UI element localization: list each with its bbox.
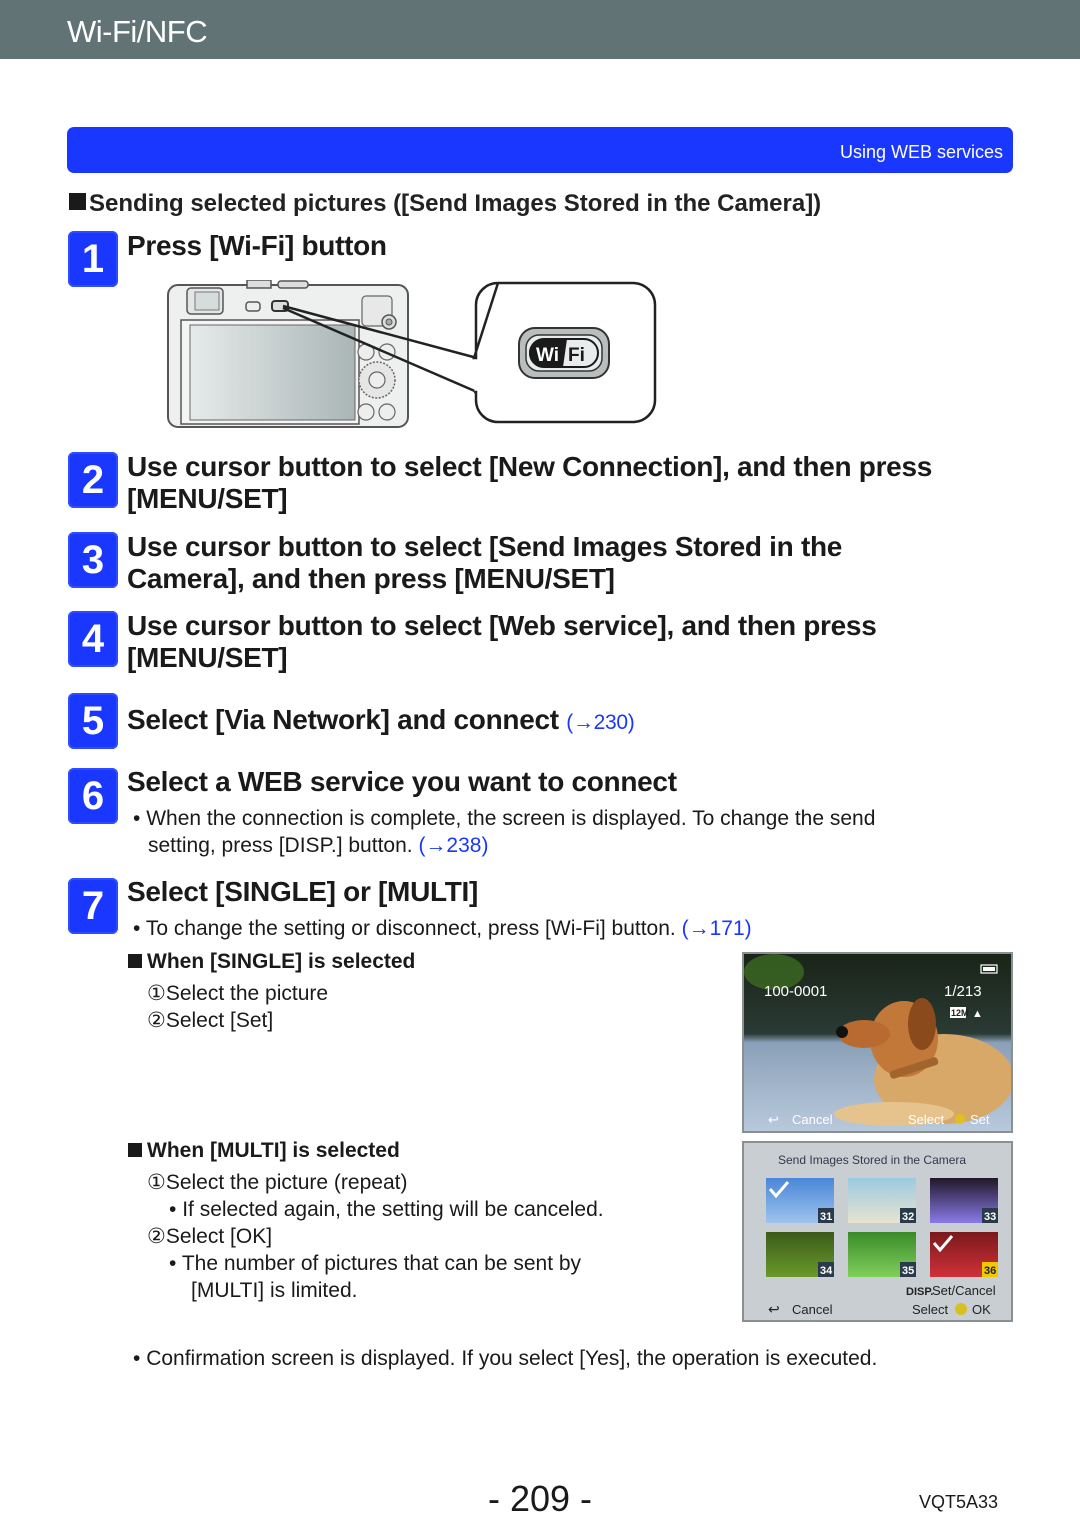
subheading: Sending selected pictures ([Send Images … — [69, 190, 821, 218]
single-heading: When [SINGLE] is selected — [128, 950, 415, 974]
section-label[interactable]: Using WEB services — [840, 142, 1003, 163]
ok-label: OK — [972, 1302, 991, 1317]
step-badge-3: 3 — [68, 532, 118, 588]
multi-step-2: ②Select [OK] — [147, 1225, 273, 1248]
cursor-icon — [955, 1303, 967, 1315]
multi-screen-title: Send Images Stored in the Camera — [778, 1153, 966, 1167]
disp-label: DISP. — [906, 1286, 933, 1298]
image-size-label: 12M — [951, 1008, 969, 1018]
cancel-label: Cancel — [792, 1112, 833, 1127]
camera-body — [167, 280, 409, 428]
confirmation-note: • Confirmation screen is displayed. If y… — [133, 1345, 877, 1372]
thumbnail-number: 35 — [902, 1265, 914, 1277]
multi-step-1-note: If selected again, the setting will be c… — [182, 1198, 604, 1221]
single-step-1: ①Select the picture — [147, 982, 329, 1005]
step-badge-1: 1 — [68, 231, 118, 287]
step-badge-7: 7 — [68, 878, 118, 934]
step-6-note: • When the connection is complete, the s… — [133, 805, 875, 859]
thumbnail-number: 34 — [820, 1265, 833, 1277]
page-ref-link-238[interactable]: (→238) — [418, 834, 488, 857]
multi-select-screen: Send Images Stored in the Camera 31 32 33 3… — [742, 1141, 1013, 1322]
thumbnail-31[interactable]: 31 — [766, 1178, 834, 1223]
multi-heading: When [MULTI] is selected — [128, 1139, 400, 1163]
step-7-note: • To change the setting or disconnect, p… — [133, 915, 752, 942]
step-2-line-2: [MENU/SET] — [127, 483, 288, 514]
thumbnail-35[interactable]: 35 — [848, 1232, 916, 1277]
multi-steps: ①Select the picture (repeat) • If select… — [147, 1169, 604, 1304]
step-7-note-text: To change the setting or disconnect, pre… — [145, 917, 676, 940]
document-code: VQT5A33 — [919, 1492, 999, 1512]
multi-step-2-note-line-2: [MULTI] is limited. — [191, 1279, 358, 1302]
step-6-note-line-1: When the connection is complete, the scr… — [146, 807, 876, 830]
step-2-line-1: Use cursor button to select [New Connect… — [127, 451, 932, 482]
step-badge-2: 2 — [68, 452, 118, 508]
quality-icon: ▲ — [972, 1008, 983, 1020]
thumbnail-number: 36 — [984, 1265, 996, 1277]
step-5-label: Select [Via Network] and connect — [127, 704, 559, 735]
page-ref-link-171[interactable]: (→171) — [682, 917, 752, 940]
page-number: - 209 - — [487, 1478, 593, 1519]
step-4-text: Use cursor button to select [Web service… — [127, 610, 877, 674]
cursor-icon — [955, 1114, 965, 1124]
square-bullet-icon — [128, 1143, 142, 1157]
bullet: • — [169, 1252, 182, 1275]
single-step-2: ②Select [Set] — [147, 1009, 274, 1032]
page-ref-link-230[interactable]: (→230) — [566, 711, 635, 734]
single-playback-screen: 100-0001 1/213 12M ▲ ↩ Cancel Select Set — [742, 952, 1013, 1133]
confirmation-note-text: Confirmation screen is displayed. If you… — [146, 1347, 878, 1370]
step-5-text: Select [Via Network] and connect (→230) — [127, 704, 635, 739]
step-1-text: Press [Wi-Fi] button — [127, 230, 387, 261]
bullet: • — [133, 807, 147, 830]
step-badge-6: 6 — [68, 768, 118, 824]
thumbnail-number: 31 — [820, 1211, 832, 1223]
bullet: • — [169, 1198, 183, 1221]
square-bullet-icon — [128, 954, 142, 968]
back-icon: ↩ — [768, 1301, 780, 1317]
file-number: 100-0001 — [764, 983, 827, 1000]
thumbnail-36[interactable]: 36 — [930, 1232, 998, 1277]
bullet: • — [133, 917, 146, 940]
thumbnail-number: 32 — [902, 1211, 914, 1223]
step-3-line-2: Camera], and then press [MENU/SET] — [127, 563, 615, 594]
camera-illustration: Wi Fi — [167, 280, 657, 428]
thumbnail-32[interactable]: 32 — [848, 1178, 916, 1223]
set-label: Set — [970, 1112, 990, 1127]
select-label: Select — [908, 1112, 945, 1127]
thumbnail-number: 33 — [984, 1211, 996, 1223]
subheading-text: Sending selected pictures ([Send Images … — [89, 190, 822, 217]
chapter-title: Wi-Fi/NFC — [67, 14, 208, 49]
multi-heading-text: When [MULTI] is selected — [147, 1139, 400, 1162]
single-screen-image: 100-0001 1/213 12M ▲ ↩ Cancel Select Set — [744, 954, 1011, 1131]
step-6-text: Select a WEB service you want to connect — [127, 766, 677, 797]
square-bullet-icon — [69, 193, 86, 210]
thumbnail-33[interactable]: 33 — [930, 1178, 998, 1223]
step-3-text: Use cursor button to select [Send Images… — [127, 531, 842, 595]
step-3-line-1: Use cursor button to select [Send Images… — [127, 531, 843, 562]
back-icon: ↩ — [768, 1112, 779, 1127]
wifi-label-fi: Fi — [568, 345, 585, 366]
step-7-text: Select [SINGLE] or [MULTI] — [127, 876, 479, 907]
single-heading-text: When [SINGLE] is selected — [147, 950, 416, 973]
image-counter: 1/213 — [944, 983, 982, 1000]
thumbnail-34[interactable]: 34 — [766, 1232, 834, 1277]
step-badge-4: 4 — [68, 611, 118, 667]
step-4-line-1: Use cursor button to select [Web service… — [127, 610, 877, 641]
set-cancel-label: Set/Cancel — [932, 1283, 996, 1298]
single-steps: ①Select the picture ②Select [Set] — [147, 980, 328, 1034]
step-6-note-line-2: setting, press [DISP.] button. — [148, 834, 413, 857]
step-4-line-2: [MENU/SET] — [127, 642, 288, 673]
wifi-button-icon: Wi Fi — [518, 327, 610, 379]
multi-step-1: ①Select the picture (repeat) — [147, 1171, 408, 1194]
multi-screen-image: Send Images Stored in the Camera 31 32 33 3… — [744, 1143, 1011, 1320]
bullet: • — [133, 1347, 147, 1370]
step-2-text: Use cursor button to select [New Connect… — [127, 451, 932, 515]
step-badge-5: 5 — [68, 693, 118, 749]
multi-step-2-note-line-1: The number of pictures that can be sent … — [181, 1252, 582, 1275]
cancel-label: Cancel — [792, 1302, 833, 1317]
wifi-label-wi: Wi — [536, 345, 559, 366]
select-label: Select — [912, 1302, 949, 1317]
